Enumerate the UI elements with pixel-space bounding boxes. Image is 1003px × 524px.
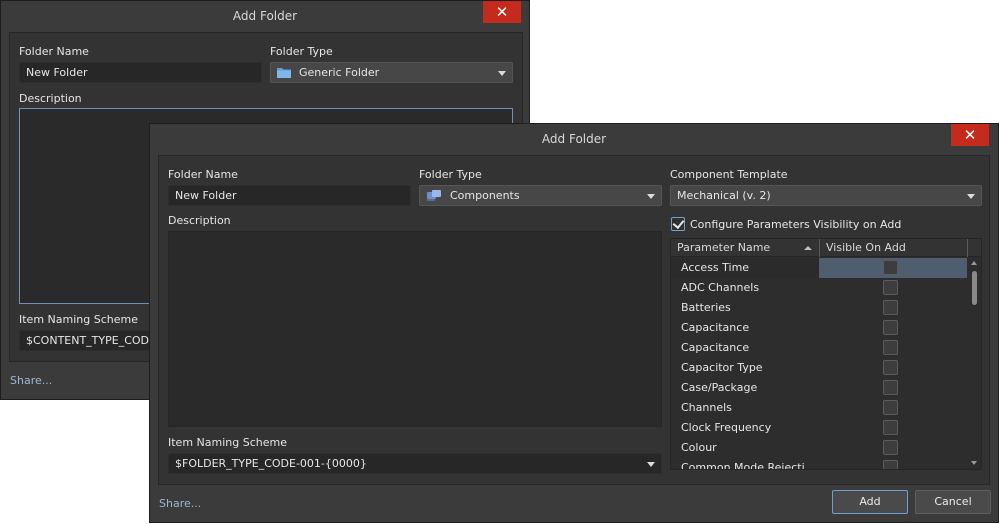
table-row[interactable]: Capacitance	[671, 318, 967, 338]
table-scrollbar[interactable]	[968, 257, 981, 469]
parameter-name-cell: Colour	[681, 441, 717, 454]
visible-on-add-checkbox[interactable]	[883, 260, 898, 275]
table-row[interactable]: Clock Frequency	[671, 418, 967, 438]
column-header-parameter-name[interactable]: Parameter Name	[671, 239, 820, 257]
front-add-folder-dialog: Add Folder ✕ Folder Name New Folder Fold…	[149, 123, 999, 523]
parameter-name-cell: Access Time	[671, 258, 819, 278]
chevron-down-icon	[498, 71, 506, 76]
table-row[interactable]: Channels	[671, 398, 967, 418]
component-template-label: Component Template	[670, 168, 788, 181]
front-close-button[interactable]: ✕	[951, 124, 989, 146]
parameter-name-cell: Capacitor Type	[681, 361, 763, 374]
visible-on-add-cell	[819, 418, 967, 438]
visible-on-add-cell	[819, 458, 967, 469]
back-folder-type-value: Generic Folder	[299, 66, 380, 79]
visible-on-add-cell	[819, 298, 967, 318]
visible-on-add-cell	[819, 398, 967, 418]
back-dialog-title: Add Folder	[232, 9, 298, 23]
parameters-table: Parameter Name Visible On Add Access Tim…	[670, 238, 982, 470]
back-folder-type-label: Folder Type	[270, 45, 333, 58]
visible-on-add-cell	[819, 358, 967, 378]
share-link[interactable]: Share...	[159, 497, 201, 510]
table-row[interactable]: Capacitance	[671, 338, 967, 358]
visible-on-add-cell	[819, 278, 967, 298]
visible-on-add-cell	[819, 318, 967, 338]
parameter-name-cell: Capacitance	[681, 321, 750, 334]
scrollbar-thumb[interactable]	[972, 271, 977, 305]
naming-scheme-label: Item Naming Scheme	[168, 436, 287, 449]
visible-on-add-checkbox[interactable]	[883, 340, 898, 355]
table-row[interactable]: Capacitor Type	[671, 358, 967, 378]
visible-on-add-checkbox[interactable]	[883, 280, 898, 295]
back-dialog-titlebar[interactable]: Add Folder ✕	[1, 1, 529, 31]
parameter-name-cell: Case/Package	[681, 381, 758, 394]
table-row[interactable]: Batteries	[671, 298, 967, 318]
column-header-visible-on-add[interactable]: Visible On Add	[820, 239, 968, 257]
parameter-name-cell: Capacitance	[681, 341, 750, 354]
table-row[interactable]: ADC Channels	[671, 278, 967, 298]
back-folder-name-label: Folder Name	[19, 45, 89, 58]
back-naming-scheme-select[interactable]: $CONTENT_TYPE_CODE-0	[19, 330, 151, 351]
description-label: Description	[168, 214, 231, 227]
folder-type-select[interactable]: Components	[419, 185, 662, 206]
folder-name-label: Folder Name	[168, 168, 238, 181]
back-description-label: Description	[19, 92, 82, 105]
components-icon	[426, 189, 442, 204]
configure-visibility-label: Configure Parameters Visibility on Add	[690, 218, 902, 231]
folder-name-input[interactable]: New Folder	[168, 185, 411, 206]
chevron-down-icon	[647, 194, 655, 199]
back-naming-scheme-label: Item Naming Scheme	[19, 313, 138, 326]
visible-on-add-cell	[819, 258, 967, 278]
visible-on-add-cell	[819, 438, 967, 458]
visible-on-add-cell	[819, 338, 967, 358]
parameter-name-cell: Common Mode Rejecti	[681, 461, 805, 470]
visible-on-add-checkbox[interactable]	[883, 440, 898, 455]
front-dialog-titlebar[interactable]: Add Folder ✕	[150, 124, 998, 154]
naming-scheme-select[interactable]: $FOLDER_TYPE_CODE-001-{0000}	[168, 453, 662, 474]
table-row[interactable]: Case/Package	[671, 378, 967, 398]
chevron-down-icon	[967, 194, 975, 199]
scroll-up-icon[interactable]	[971, 261, 977, 265]
table-row[interactable]: Colour	[671, 438, 967, 458]
back-folder-type-select[interactable]: Generic Folder	[270, 62, 513, 83]
folder-icon	[277, 67, 291, 81]
naming-scheme-value: $FOLDER_TYPE_CODE-001-{0000}	[175, 457, 367, 470]
component-template-select[interactable]: Mechanical (v. 2)	[670, 185, 982, 206]
visible-on-add-checkbox[interactable]	[883, 420, 898, 435]
parameter-name-cell: ADC Channels	[681, 281, 760, 294]
visible-on-add-cell	[819, 378, 967, 398]
back-folder-name-input[interactable]: New Folder	[19, 62, 262, 83]
back-close-button[interactable]: ✕	[483, 1, 521, 23]
folder-type-value: Components	[450, 189, 520, 202]
table-row[interactable]: Access Time	[671, 258, 967, 278]
visible-on-add-checkbox[interactable]	[883, 460, 898, 469]
visible-on-add-checkbox[interactable]	[883, 380, 898, 395]
component-template-value: Mechanical (v. 2)	[677, 189, 771, 202]
chevron-down-icon	[647, 462, 655, 467]
back-share-link[interactable]: Share...	[10, 374, 52, 387]
visible-on-add-checkbox[interactable]	[883, 400, 898, 415]
cancel-button[interactable]: Cancel	[915, 490, 991, 514]
table-row[interactable]: Common Mode Rejecti	[671, 458, 967, 470]
front-dialog-title: Add Folder	[541, 132, 607, 146]
parameters-table-header: Parameter Name Visible On Add	[671, 239, 981, 257]
description-textarea[interactable]	[168, 231, 662, 427]
visible-on-add-checkbox[interactable]	[883, 320, 898, 335]
add-button[interactable]: Add	[832, 490, 908, 514]
visible-on-add-checkbox[interactable]	[883, 360, 898, 375]
scroll-down-icon[interactable]	[971, 461, 977, 465]
sort-ascending-icon	[804, 246, 812, 250]
parameter-name-cell: Batteries	[681, 301, 731, 314]
parameter-name-cell: Clock Frequency	[681, 421, 772, 434]
configure-visibility-checkbox[interactable]	[671, 217, 685, 231]
folder-type-label: Folder Type	[419, 168, 482, 181]
parameter-name-cell: Channels	[681, 401, 732, 414]
visible-on-add-checkbox[interactable]	[883, 300, 898, 315]
